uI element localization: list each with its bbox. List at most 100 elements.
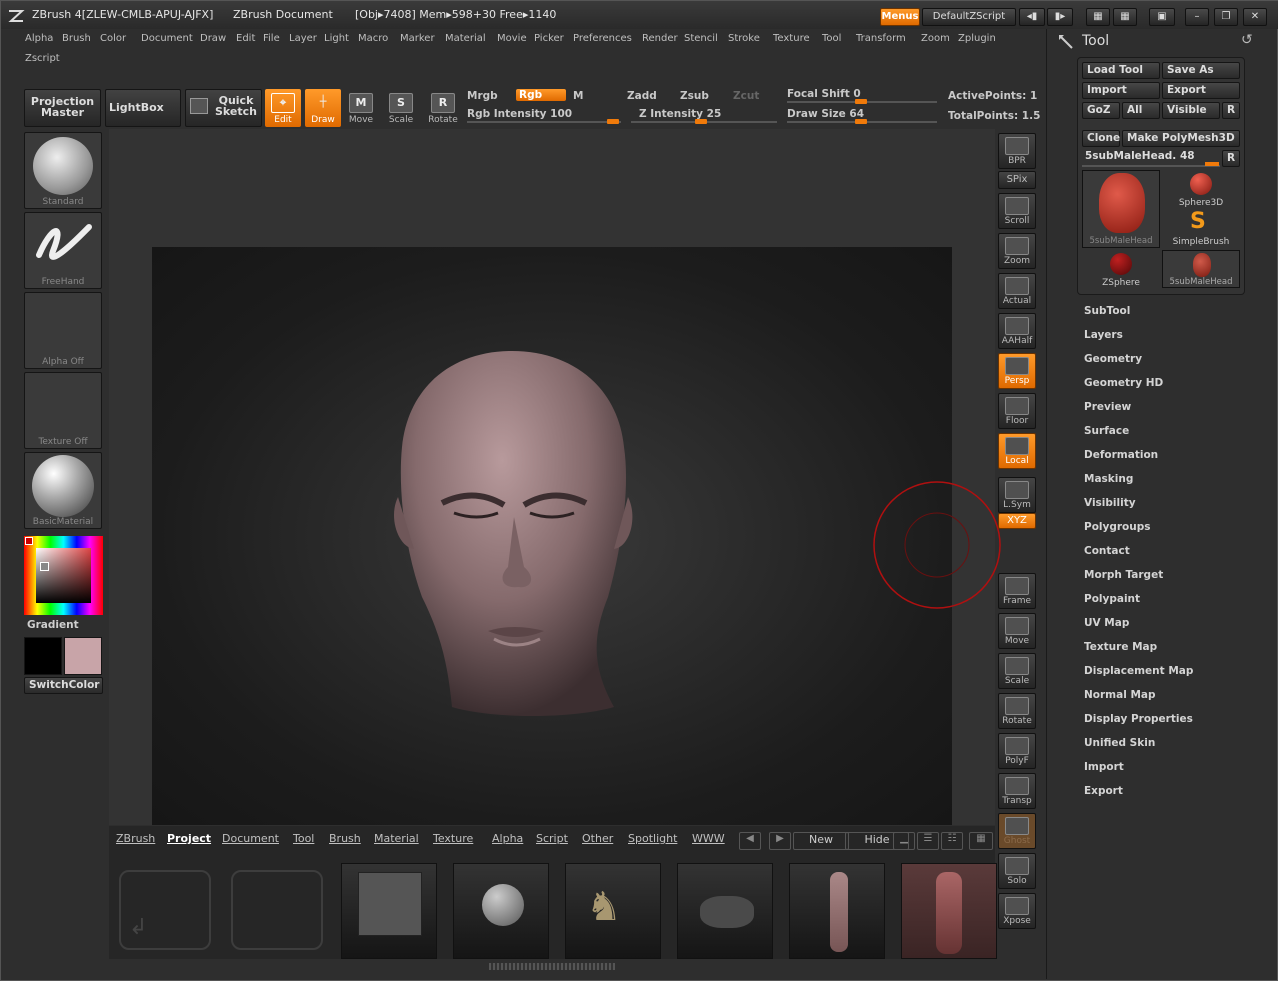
menu-transform[interactable]: Transform <box>856 33 906 44</box>
material-selector[interactable]: BasicMaterial <box>24 452 102 529</box>
shelf-aahalf-button[interactable]: AAHalf <box>998 313 1036 349</box>
lightbox-tab-www[interactable]: WWW <box>692 832 725 845</box>
lightbox-new-button[interactable]: New <box>793 832 849 850</box>
lightbox-item-dog[interactable]: ♞ <box>565 863 661 959</box>
male-head-model[interactable] <box>152 247 952 825</box>
shelf-frame-button[interactable]: Frame <box>998 573 1036 609</box>
section-texture-map[interactable]: Texture Map <box>1084 641 1157 653</box>
draw-size-knob[interactable] <box>855 119 867 124</box>
shelf-zoom-button[interactable]: Zoom <box>998 233 1036 269</box>
shelf-persp-button[interactable]: Persp <box>998 353 1036 389</box>
lightbox-tab-other[interactable]: Other <box>582 832 613 845</box>
lightbox-tab-material[interactable]: Material <box>374 832 419 845</box>
layout-icon[interactable]: ▦ <box>1086 8 1110 26</box>
import-button[interactable]: Import <box>1082 82 1160 99</box>
visible-button[interactable]: Visible <box>1162 102 1220 119</box>
section-export[interactable]: Export <box>1084 785 1123 797</box>
menu-stroke[interactable]: Stroke <box>728 33 760 44</box>
menu-document[interactable]: Document <box>141 33 193 44</box>
lightbox-small-view-icon[interactable]: ▁ <box>893 832 915 850</box>
lightbox-grid-view-icon[interactable]: ▦ <box>969 832 993 850</box>
lightbox-next-icon[interactable]: ▶ <box>769 832 791 850</box>
menu-marker[interactable]: Marker <box>400 33 435 44</box>
section-display-properties[interactable]: Display Properties <box>1084 713 1193 725</box>
menu-file[interactable]: File <box>263 33 280 44</box>
tool-thumb-malehead[interactable]: 5subMaleHead <box>1162 250 1240 288</box>
load-tool-button[interactable]: Load Tool <box>1082 62 1160 79</box>
refresh-icon[interactable]: ↺ <box>1241 32 1253 48</box>
draw-size-track[interactable] <box>787 119 937 124</box>
restore-icon[interactable]: ❐ <box>1214 8 1238 26</box>
lightbox-item-plane[interactable] <box>341 863 437 959</box>
menu-layer[interactable]: Layer <box>289 33 317 44</box>
lightbox-button[interactable]: LightBox <box>105 89 181 127</box>
shelf-xpose-button[interactable]: Xpose <box>998 893 1036 929</box>
menu-render[interactable]: Render <box>642 33 678 44</box>
z-intensity-slider[interactable]: Z Intensity 25 <box>639 108 721 120</box>
lightbox-list-view-icon[interactable]: ☰ <box>917 832 939 850</box>
lightbox-tab-texture[interactable]: Texture <box>433 832 473 845</box>
lightbox-tab-spotlight[interactable]: Spotlight <box>628 832 677 845</box>
lightbox-tab-zbrush[interactable]: ZBrush <box>116 832 155 845</box>
focal-shift-slider[interactable]: Focal Shift 0 <box>787 88 861 100</box>
rgb-intensity-knob[interactable] <box>607 119 619 124</box>
menu-preferences[interactable]: Preferences <box>573 33 632 44</box>
section-morph-target[interactable]: Morph Target <box>1084 569 1163 581</box>
rgb-toggle[interactable]: Rgb <box>516 89 566 101</box>
section-geometry[interactable]: Geometry <box>1084 353 1142 365</box>
color-picker[interactable] <box>24 536 103 615</box>
lock-icon[interactable]: ▣ <box>1149 8 1175 26</box>
zcut-toggle[interactable]: Zcut <box>733 90 759 102</box>
menu-stencil[interactable]: Stencil <box>684 33 718 44</box>
folder-icon[interactable] <box>231 870 323 950</box>
lightbox-tab-alpha[interactable]: Alpha <box>492 832 523 845</box>
section-preview[interactable]: Preview <box>1084 401 1131 413</box>
shelf-spix-button[interactable]: SPix <box>998 171 1036 189</box>
section-displacement-map[interactable]: Displacement Map <box>1084 665 1193 677</box>
color-picker-square[interactable] <box>36 548 91 603</box>
shelf-lsym-button[interactable]: L.Sym <box>998 477 1036 513</box>
current-tool-knob[interactable] <box>1205 162 1219 166</box>
draw-mode-button[interactable]: ┼ Draw <box>305 89 341 127</box>
lightbox-prev-icon[interactable]: ◀ <box>739 832 761 850</box>
move-mode-button[interactable]: M Move <box>343 89 379 127</box>
clone-button[interactable]: Clone <box>1082 130 1120 147</box>
brush-selector[interactable]: Standard <box>24 132 102 209</box>
section-surface[interactable]: Surface <box>1084 425 1129 437</box>
menu-zoom[interactable]: Zoom <box>921 33 950 44</box>
shelf-actual-button[interactable]: Actual <box>998 273 1036 309</box>
hide-palettes-left-icon[interactable]: ◂▮ <box>1019 8 1045 26</box>
lightbox-tab-tool[interactable]: Tool <box>293 832 314 845</box>
tool-thumb-main[interactable]: 5subMaleHead <box>1082 170 1160 248</box>
mrgb-toggle[interactable]: Mrgb <box>467 90 498 102</box>
shelf-polyf-button[interactable]: PolyF <box>998 733 1036 769</box>
menu-texture[interactable]: Texture <box>773 33 810 44</box>
menu-edit[interactable]: Edit <box>236 33 255 44</box>
goz-button[interactable]: GoZ <box>1082 102 1120 119</box>
section-subtool[interactable]: SubTool <box>1084 305 1130 317</box>
default-zscript-button[interactable]: DefaultZScript <box>922 8 1016 26</box>
close-icon[interactable]: ✕ <box>1243 8 1267 26</box>
section-normal-map[interactable]: Normal Map <box>1084 689 1156 701</box>
shelf-ghost-button[interactable]: Ghost <box>998 813 1036 849</box>
menu-alpha[interactable]: Alpha <box>25 33 53 44</box>
r-button[interactable]: R <box>1222 102 1240 119</box>
quick-sketch-button[interactable]: Quick Sketch <box>185 89 262 127</box>
shelf-local-button[interactable]: Local <box>998 433 1036 469</box>
lightbox-tab-project[interactable]: Project <box>167 832 211 845</box>
hide-palettes-right-icon[interactable]: ▮▸ <box>1047 8 1073 26</box>
focal-shift-track[interactable] <box>787 99 937 104</box>
scale-mode-button[interactable]: S Scale <box>383 89 419 127</box>
lightbox-item-sphere[interactable] <box>453 863 549 959</box>
projection-master-button[interactable]: Projection Master <box>24 89 101 127</box>
tool-thumb-simplebrush[interactable]: S SimpleBrush <box>1162 209 1240 247</box>
z-intensity-track[interactable] <box>631 119 777 124</box>
section-import[interactable]: Import <box>1084 761 1124 773</box>
focal-shift-knob[interactable] <box>855 99 867 104</box>
primary-color-swatch[interactable] <box>24 637 62 675</box>
menu-draw[interactable]: Draw <box>200 33 226 44</box>
menu-material[interactable]: Material <box>445 33 486 44</box>
layout-alt-icon[interactable]: ▦ <box>1113 8 1137 26</box>
stroke-selector[interactable]: FreeHand <box>24 212 102 289</box>
rgb-intensity-slider[interactable]: Rgb Intensity 100 <box>467 108 572 120</box>
